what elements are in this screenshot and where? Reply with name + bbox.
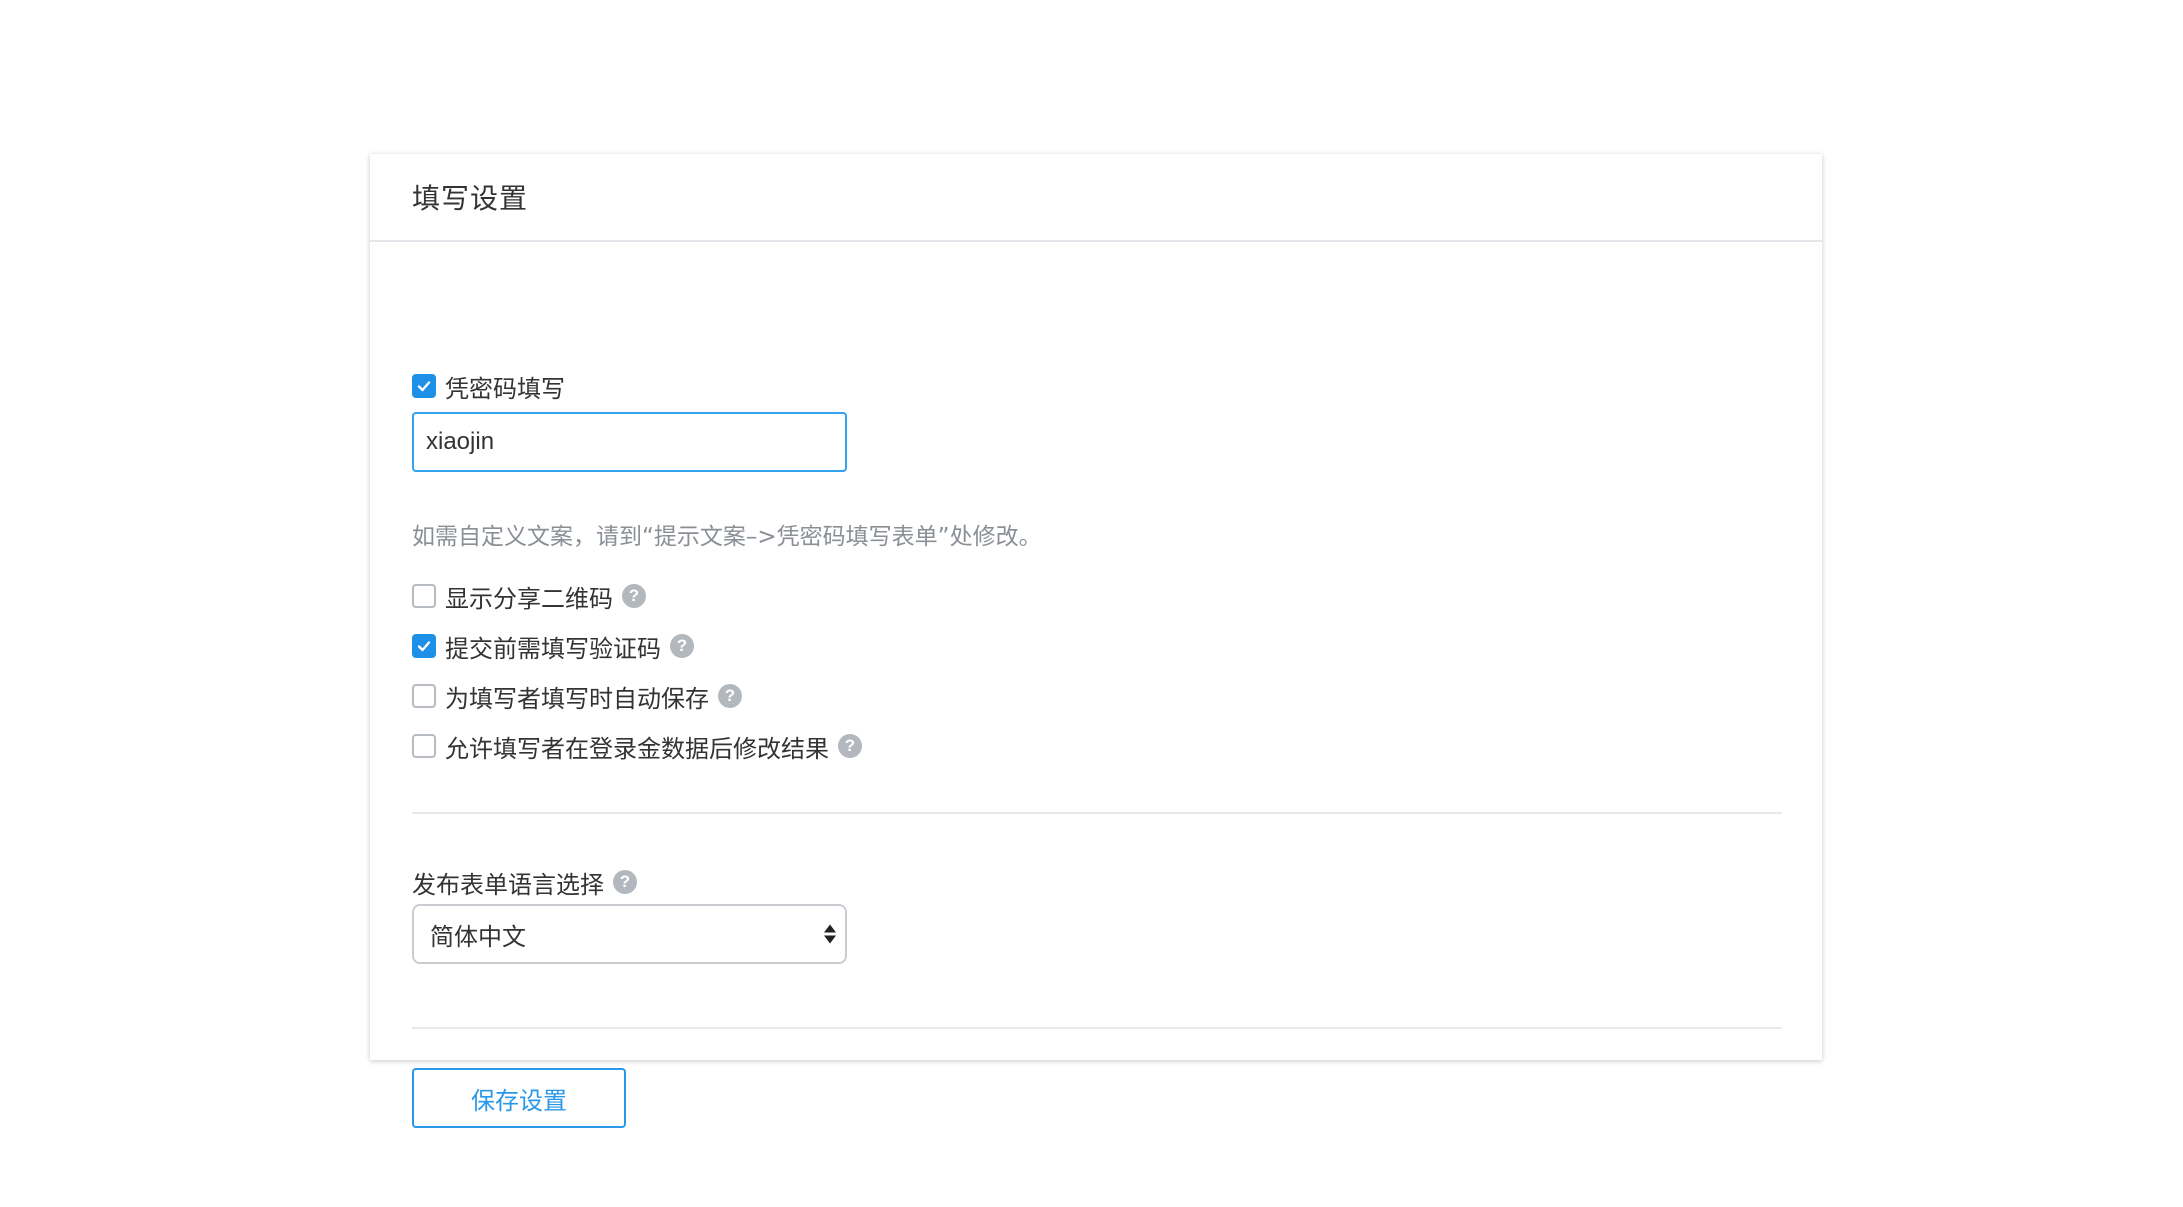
- section-divider: [412, 812, 1782, 814]
- autosave-label: 为填写者填写时自动保存: [445, 684, 709, 713]
- language-section-label: 发布表单语言选择 ?: [412, 866, 637, 899]
- question-circle-icon[interactable]: ?: [622, 584, 646, 608]
- question-circle-icon[interactable]: ?: [670, 634, 694, 658]
- panel-title: 填写设置: [412, 182, 529, 215]
- password-hint-text: 如需自定义文案，请到“提示文案–>凭密码填写表单”处修改。: [412, 524, 1042, 550]
- modify-after-login-label: 允许填写者在登录金数据后修改结果: [445, 734, 829, 763]
- option-autosave[interactable]: 为填写者填写时自动保存 ?: [412, 680, 742, 713]
- show-qrcode-checkbox[interactable]: [412, 584, 436, 608]
- question-circle-icon[interactable]: ?: [718, 684, 742, 708]
- language-label: 发布表单语言选择: [412, 870, 604, 899]
- question-circle-icon[interactable]: ?: [838, 734, 862, 758]
- captcha-label: 提交前需填写验证码: [445, 634, 661, 663]
- password-fill-option[interactable]: 凭密码填写: [412, 370, 565, 403]
- option-captcha-before-submit[interactable]: 提交前需填写验证码 ?: [412, 630, 694, 663]
- select-arrows-icon: [824, 924, 836, 944]
- question-circle-icon[interactable]: ?: [613, 870, 637, 894]
- language-selected-value: 简体中文: [430, 922, 526, 951]
- option-modify-after-login[interactable]: 允许填写者在登录金数据后修改结果 ?: [412, 730, 862, 763]
- password-fill-checkbox[interactable]: [412, 374, 436, 398]
- modify-after-login-checkbox[interactable]: [412, 734, 436, 758]
- settings-panel: 填写设置 凭密码填写 如需自定义文案，请到“提示文案–>凭密码填写表单”处修改。…: [370, 154, 1822, 1128]
- option-show-qrcode[interactable]: 显示分享二维码 ?: [412, 580, 646, 613]
- password-input[interactable]: [412, 412, 847, 472]
- password-fill-label: 凭密码填写: [445, 374, 565, 403]
- show-qrcode-label: 显示分享二维码: [445, 584, 613, 613]
- save-settings-button[interactable]: 保存设置: [412, 1068, 626, 1128]
- language-select[interactable]: 简体中文: [412, 904, 847, 964]
- captcha-checkbox[interactable]: [412, 634, 436, 658]
- checkmark-icon: [417, 641, 431, 652]
- checkmark-icon: [417, 381, 431, 392]
- panel-header: 填写设置: [370, 154, 1822, 242]
- section-divider: [412, 1027, 1782, 1029]
- autosave-checkbox[interactable]: [412, 684, 436, 708]
